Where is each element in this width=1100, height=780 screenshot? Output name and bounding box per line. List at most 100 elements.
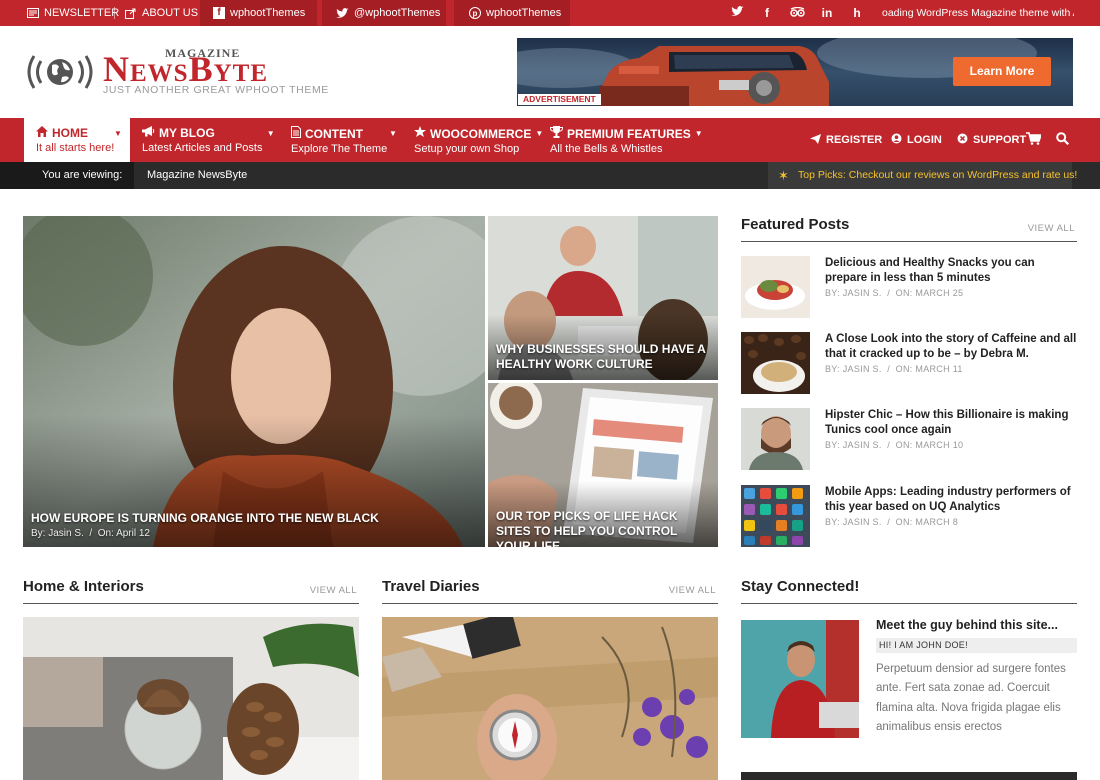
post-author[interactable]: JASIN S. (843, 440, 882, 450)
featured-post[interactable]: Mobile Apps: Leading industry performers… (741, 485, 1077, 547)
site-logo[interactable]: MAGAZINE NewsByte JUST ANOTHER GREAT WPH… (24, 44, 328, 100)
chevron-down-icon: ▼ (114, 128, 122, 138)
twitter-link[interactable]: @wphootThemes (322, 0, 446, 26)
facebook-icon[interactable]: f (752, 6, 782, 20)
newsletter-label: NEWSLETTER (44, 7, 120, 19)
tripadvisor-icon[interactable] (782, 6, 812, 20)
view-all-link[interactable]: VIEW ALL (669, 585, 716, 596)
megaphone-icon (142, 126, 155, 140)
document-icon (291, 126, 301, 141)
post-title[interactable]: Delicious and Healthy Snacks you can pre… (825, 256, 1077, 286)
hero-top-right-post[interactable]: WHY BUSINESSES SHOULD HAVE A HEALTHY WOR… (488, 216, 718, 380)
nav-item-label: MY BLOG (159, 126, 215, 140)
post-thumbnail[interactable] (741, 408, 810, 470)
chevron-down-icon: ▼ (389, 129, 397, 138)
post-title[interactable]: A Close Look into the story of Caffeine … (825, 332, 1077, 362)
search-button[interactable] (1056, 118, 1070, 162)
view-all-link[interactable]: VIEW ALL (310, 585, 357, 596)
site-tagline: JUST ANOTHER GREAT WPHOOT THEME (103, 84, 329, 96)
chevron-down-icon: ▼ (694, 129, 703, 138)
post-date: MARCH 25 (915, 288, 964, 298)
hero-top-right-title[interactable]: WHY BUSINESSES SHOULD HAVE A HEALTHY WOR… (496, 342, 706, 372)
post-date: April 12 (116, 528, 150, 539)
section-title: Home & Interiors (23, 578, 144, 595)
nav-item-premium[interactable]: PREMIUM FEATURES ▼ All the Bells & Whist… (549, 118, 703, 162)
hero-bottom-right-title[interactable]: OUR TOP PICKS OF LIFE HACK SITES TO HELP… (496, 509, 711, 547)
hero-main-title[interactable]: HOW EUROPE IS TURNING ORANGE INTO THE NE… (31, 511, 379, 526)
cart-icon (1026, 132, 1043, 148)
on-label: ON: (895, 440, 913, 450)
by-label: BY: (825, 440, 840, 450)
post-meta: BY: JASIN S. / ON: MARCH 10 (825, 440, 964, 450)
featured-posts-header: Featured Posts VIEW ALL (741, 216, 1077, 242)
about-title: Meet the guy behind this site... (876, 618, 1058, 632)
login-label: LOGIN (907, 134, 942, 146)
nav-item-label: CONTENT (305, 126, 363, 141)
featured-post[interactable]: A Close Look into the story of Caffeine … (741, 332, 1077, 394)
post-author[interactable]: JASIN S. (843, 364, 882, 374)
post-author[interactable]: Jasin S. (48, 528, 84, 539)
featured-post[interactable]: Hipster Chic – How this Billionaire is m… (741, 408, 1077, 470)
view-all-link[interactable]: VIEW ALL (1028, 223, 1075, 234)
nav-item-home[interactable]: HOME ▼ It all starts here! (24, 118, 130, 162)
post-author[interactable]: JASIN S. (843, 288, 882, 298)
nav-item-label: HOME (52, 126, 88, 140)
trophy-icon (549, 126, 564, 141)
by-label: By: (31, 528, 46, 539)
login-link[interactable]: LOGIN (891, 118, 942, 162)
top-picks-banner[interactable]: ✶ Top Picks: Checkout our reviews on Wor… (768, 162, 1077, 189)
author-photo[interactable] (741, 620, 859, 738)
logo-title: NewsByte (103, 49, 268, 89)
nav-item-sublabel: All the Bells & Whistles (550, 143, 663, 155)
woman-portrait-image (23, 216, 485, 547)
post-thumbnail[interactable] (741, 256, 810, 318)
header-advertisement[interactable]: Learn More ADVERTISEMENT (517, 38, 1073, 106)
about-text: Perpetuum densior ad surgere fontes ante… (876, 663, 1066, 734)
post-meta: BY: JASIN S. / ON: MARCH 25 (825, 288, 964, 298)
svg-text:p: p (472, 9, 477, 18)
woocommerce-icon (414, 126, 426, 141)
twitter-icon[interactable] (722, 6, 752, 20)
travel-diaries-image[interactable] (382, 617, 718, 780)
post-thumbnail[interactable] (741, 332, 810, 394)
paper-plane-icon (810, 133, 821, 147)
post-title[interactable]: Hipster Chic – How this Billionaire is m… (825, 408, 1077, 438)
featured-post[interactable]: Delicious and Healthy Snacks you can pre… (741, 256, 1077, 318)
houzz-icon[interactable]: h (842, 6, 872, 20)
about-greeting: HI! I AM JOHN DOE! (876, 638, 1077, 653)
nav-item-blog[interactable]: MY BLOG ▼ Latest Articles and Posts (142, 118, 275, 162)
pinterest-link[interactable]: p wphootThemes (454, 0, 570, 26)
hero-main-post[interactable]: HOW EUROPE IS TURNING ORANGE INTO THE NE… (23, 216, 485, 547)
hero-bottom-right-post[interactable]: OUR TOP PICKS OF LIFE HACK SITES TO HELP… (488, 383, 718, 547)
nav-item-woocommerce[interactable]: WOOCOMMERCE ▼ Setup your own Shop (414, 118, 543, 162)
register-link[interactable]: REGISTER (810, 118, 882, 162)
post-author[interactable]: JASIN S. (843, 517, 882, 527)
newsletter-link[interactable]: NEWSLETTER (26, 0, 119, 26)
search-icon (1056, 132, 1070, 148)
support-link[interactable]: SUPPORT (957, 118, 1026, 162)
nav-item-label: WOOCOMMERCE (430, 126, 532, 141)
ticker-text[interactable]: oading WordPress Magazine theme with A+ (882, 0, 1074, 26)
viewing-value[interactable]: Magazine NewsByte (147, 162, 247, 189)
home-interiors-header: Home & Interiors VIEW ALL (23, 578, 359, 604)
facebook-link[interactable]: f wphootThemes (200, 0, 317, 26)
top-picks-text: Top Picks: Checkout our reviews on WordP… (798, 169, 1078, 181)
linkedin-icon[interactable]: in (812, 6, 842, 20)
post-title[interactable]: Mobile Apps: Leading industry performers… (825, 485, 1077, 515)
about-link[interactable]: ABOUT US (124, 0, 198, 26)
learn-more-button[interactable]: Learn More (953, 57, 1051, 86)
chevron-down-icon: ▼ (535, 129, 544, 138)
nav-item-content[interactable]: CONTENT ▼ Explore The Theme (291, 118, 397, 162)
viewing-bar: You are viewing: Magazine NewsByte ✶ Top… (0, 162, 1100, 189)
post-thumbnail[interactable] (741, 485, 810, 547)
stay-connected-header: Stay Connected! (741, 578, 1077, 604)
by-label: BY: (825, 288, 840, 298)
social-icons: f in h (722, 0, 872, 26)
on-label: ON: (895, 288, 913, 298)
user-circle-icon (891, 133, 902, 147)
broadcast-globe-icon (27, 55, 93, 89)
top-bar: NEWSLETTER ABOUT US f wphootThemes @wpho… (0, 0, 1100, 26)
twitter-icon (336, 7, 349, 20)
cart-button[interactable] (1026, 118, 1043, 162)
home-interiors-image[interactable] (23, 617, 359, 780)
